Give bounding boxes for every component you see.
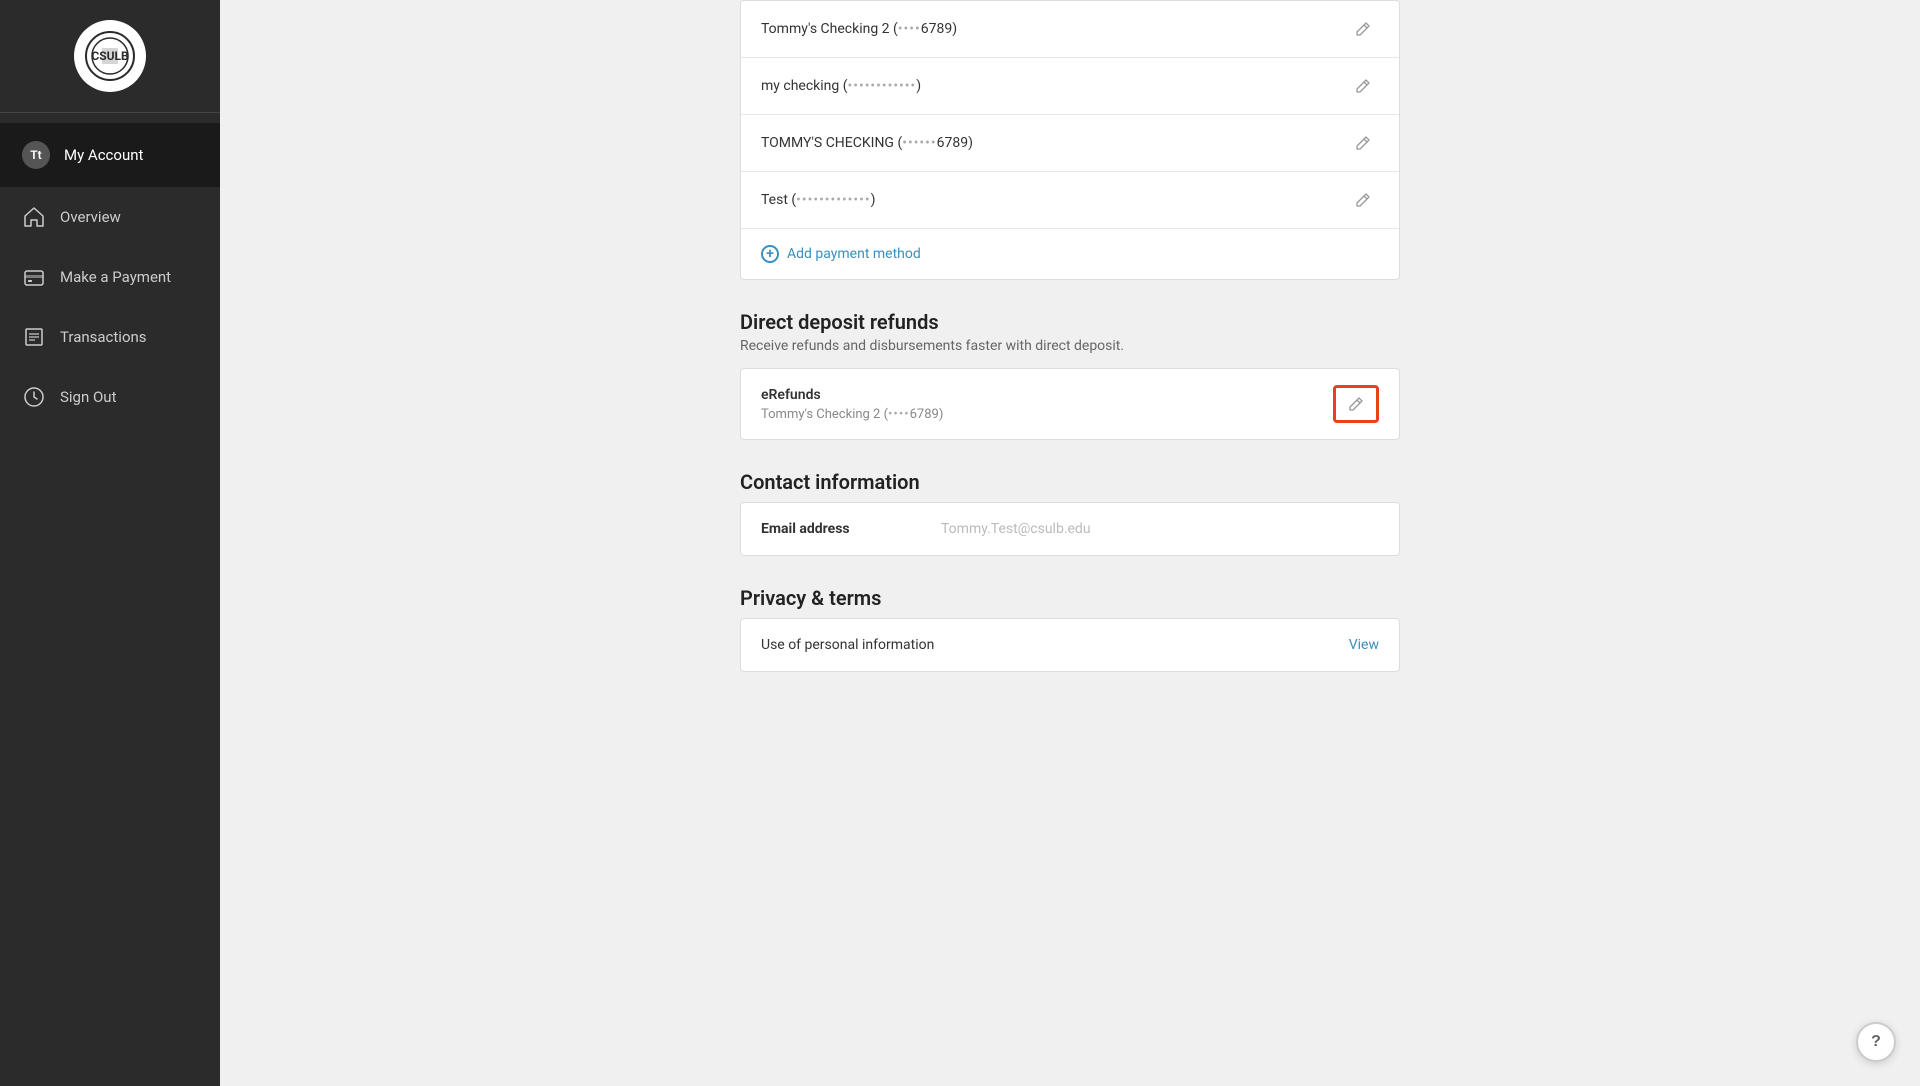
payment-methods-list: Tommy's Checking 2 (••••6789) my checkin… (740, 0, 1400, 280)
university-logo: CSULB (74, 20, 146, 92)
payment-item-test-name: Test (•••••••••••••) (761, 192, 875, 208)
edit-button-tommy-checking-upper[interactable] (1347, 131, 1379, 155)
direct-deposit-title: Direct deposit refunds (740, 310, 1400, 334)
add-payment-row: + Add payment method (741, 229, 1399, 279)
view-privacy-link[interactable]: View (1349, 637, 1379, 653)
erefunds-card: eRefunds Tommy's Checking 2 (••••6789) (740, 368, 1400, 440)
home-icon (22, 205, 46, 229)
payment-item-tommy-checking-2: Tommy's Checking 2 (••••6789) (741, 1, 1399, 58)
main-content: Tommy's Checking 2 (••••6789) my checkin… (220, 0, 1920, 1086)
contact-header: Contact information (740, 470, 1400, 494)
privacy-card: Use of personal information View (740, 618, 1400, 672)
privacy-section: Privacy & terms Use of personal informat… (740, 586, 1400, 672)
sidebar-item-make-payment[interactable]: Make a Payment (0, 247, 220, 307)
sidebar-item-my-account-label: My Account (64, 146, 143, 164)
edit-button-my-checking[interactable] (1347, 74, 1379, 98)
sidebar-item-sign-out-label: Sign Out (60, 388, 116, 406)
sidebar-logo: CSULB (0, 0, 220, 113)
sidebar-item-overview-label: Overview (60, 208, 121, 226)
help-button[interactable]: ? (1856, 1022, 1896, 1062)
privacy-header: Privacy & terms (740, 586, 1400, 610)
payment-item-tommy-checking-upper-name: TOMMY'S CHECKING (••••••6789) (761, 135, 973, 151)
sidebar-item-sign-out[interactable]: Sign Out (0, 367, 220, 427)
payment-item-my-checking: my checking (••••••••••••) (741, 58, 1399, 115)
sidebar-item-transactions-label: Transactions (60, 328, 147, 346)
sidebar-item-overview[interactable]: Overview (0, 187, 220, 247)
add-payment-link[interactable]: Add payment method (787, 246, 921, 262)
direct-deposit-header: Direct deposit refunds Receive refunds a… (740, 310, 1400, 354)
sidebar: CSULB Tt My Account Overview (0, 0, 220, 1086)
edit-button-tommy-checking-2[interactable] (1347, 17, 1379, 41)
erefunds-title: eRefunds (761, 387, 943, 403)
sidebar-navigation: Tt My Account Overview Make a Payme (0, 113, 220, 427)
privacy-title: Privacy & terms (740, 586, 1400, 610)
help-icon: ? (1871, 1033, 1881, 1051)
email-label: Email address (761, 521, 941, 537)
sidebar-item-my-account[interactable]: Tt My Account (0, 123, 220, 187)
contact-section: Contact information Email address Tommy.… (740, 470, 1400, 556)
payment-item-test: Test (•••••••••••••) (741, 172, 1399, 229)
payment-item-tommy-checking-upper: TOMMY'S CHECKING (••••••6789) (741, 115, 1399, 172)
erefunds-account: Tommy's Checking 2 (••••6789) (761, 407, 943, 422)
email-value: Tommy.Test@csulb.edu (941, 521, 1091, 537)
payment-item-tommy-checking-2-name: Tommy's Checking 2 (••••6789) (761, 21, 957, 37)
direct-deposit-section: Direct deposit refunds Receive refunds a… (740, 310, 1400, 440)
contact-card: Email address Tommy.Test@csulb.edu (740, 502, 1400, 556)
contact-title: Contact information (740, 470, 1400, 494)
direct-deposit-subtitle: Receive refunds and disbursements faster… (740, 338, 1400, 354)
sidebar-item-transactions[interactable]: Transactions (0, 307, 220, 367)
privacy-item-label: Use of personal information (761, 637, 934, 653)
transactions-icon (22, 325, 46, 349)
add-payment-icon: + (761, 245, 779, 263)
user-avatar: Tt (22, 141, 50, 169)
sidebar-item-make-payment-label: Make a Payment (60, 268, 171, 286)
erefunds-info: eRefunds Tommy's Checking 2 (••••6789) (761, 387, 943, 422)
signout-icon (22, 385, 46, 409)
payment-item-my-checking-name: my checking (••••••••••••) (761, 78, 921, 94)
edit-button-test[interactable] (1347, 188, 1379, 212)
edit-erefunds-button[interactable] (1333, 385, 1379, 423)
svg-text:CSULB: CSULB (91, 49, 129, 63)
payment-icon (22, 265, 46, 289)
